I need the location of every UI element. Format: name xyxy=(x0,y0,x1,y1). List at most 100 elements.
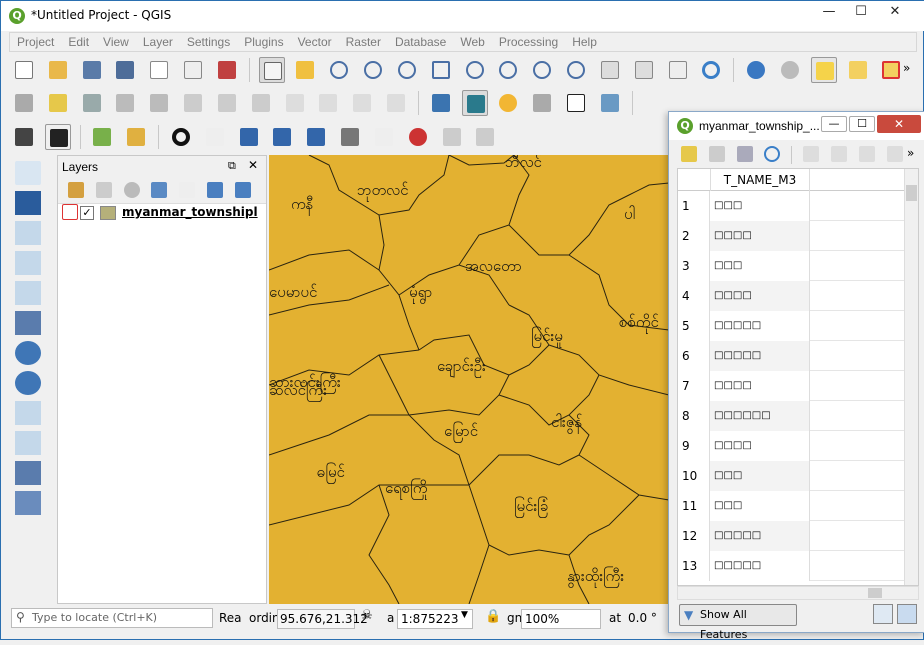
table-row[interactable]: 13 □□□□□ xyxy=(678,551,918,581)
add-spatialite-icon[interactable] xyxy=(15,281,41,305)
maximize-button[interactable]: ☐ xyxy=(849,116,875,132)
redo-icon[interactable] xyxy=(383,90,409,116)
layer-visibility-checkbox[interactable]: ✓ xyxy=(80,206,94,220)
select-tool-icon[interactable] xyxy=(44,124,71,150)
menu-database[interactable]: Database xyxy=(388,33,453,51)
toggle-editing-icon[interactable] xyxy=(679,144,699,164)
save-edits-icon[interactable] xyxy=(79,90,105,116)
table-row[interactable]: 3 □□□ xyxy=(678,251,918,281)
table-row[interactable]: 6 □□□□□ xyxy=(678,341,918,371)
coordinate-field[interactable]: 95.676,21.312 xyxy=(277,609,368,629)
vertical-scrollbar[interactable] xyxy=(904,169,918,585)
row-number[interactable]: 11 xyxy=(678,491,710,521)
horizontal-scrollbar[interactable] xyxy=(677,586,919,600)
new-print-layout-icon[interactable] xyxy=(146,57,172,83)
table-row[interactable]: 9 □□□□ xyxy=(678,431,918,461)
close-panel-icon[interactable]: ✕ xyxy=(248,158,258,172)
add-feature-icon[interactable] xyxy=(112,90,138,116)
row-number[interactable]: 9 xyxy=(678,431,710,461)
table-row[interactable]: 1 □□□ xyxy=(678,191,918,221)
expand-all-icon[interactable] xyxy=(205,180,225,200)
remove-layer-icon[interactable] xyxy=(60,202,80,222)
zoom-next-icon[interactable] xyxy=(563,57,589,83)
modify-attributes-icon[interactable] xyxy=(180,90,206,116)
capture-icon[interactable] xyxy=(11,124,37,150)
menu-plugins[interactable]: Plugins xyxy=(237,33,290,51)
row-number[interactable]: 6 xyxy=(678,341,710,371)
table-row[interactable]: 2 □□□□ xyxy=(678,221,918,251)
row-number[interactable]: 4 xyxy=(678,281,710,311)
cell-t-name-m3[interactable]: □□□ xyxy=(710,191,810,221)
toolbar-overflow-icon[interactable]: » xyxy=(907,146,914,160)
menu-processing[interactable]: Processing xyxy=(492,33,565,51)
zoom-out-icon[interactable] xyxy=(360,57,386,83)
current-edits-icon[interactable] xyxy=(11,90,37,116)
add-raster-icon[interactable] xyxy=(15,191,41,215)
cell-t-name-m3[interactable]: □□□□□ xyxy=(710,521,810,551)
row-number[interactable]: 12 xyxy=(678,521,710,551)
show-all-features-button[interactable]: ▼ Show All Features xyxy=(679,604,797,641)
new-bookmark-icon[interactable] xyxy=(631,57,657,83)
zigzag-icon[interactable] xyxy=(303,124,329,150)
toolbar-overflow-icon[interactable]: » xyxy=(903,61,910,75)
close-button[interactable]: ✕ xyxy=(877,115,921,133)
coordinate-extent-icon[interactable]: ☠ xyxy=(361,608,373,623)
processing-toolbox-icon[interactable] xyxy=(495,90,521,116)
table-row[interactable]: 11 □□□ xyxy=(678,491,918,521)
delete-feature-icon[interactable] xyxy=(829,144,849,164)
add-wfs-icon[interactable] xyxy=(15,371,41,395)
line-icon[interactable] xyxy=(269,124,295,150)
georeferencer-icon[interactable] xyxy=(461,90,488,116)
close-button[interactable]: ✕ xyxy=(881,3,909,21)
print-icon[interactable] xyxy=(529,90,555,116)
menu-project[interactable]: Project xyxy=(10,33,61,51)
float-panel-icon[interactable]: ⧉ xyxy=(228,159,236,173)
menu-vector[interactable]: Vector xyxy=(291,33,339,51)
label-123-icon[interactable] xyxy=(371,124,397,150)
zoom-last-icon[interactable] xyxy=(529,57,555,83)
minimize-button[interactable]: — xyxy=(821,116,847,132)
save-project-icon[interactable] xyxy=(79,57,105,83)
vertex-tool-icon[interactable] xyxy=(146,90,172,116)
menu-layer[interactable]: Layer xyxy=(136,33,180,51)
pan-to-selection-icon[interactable] xyxy=(292,57,318,83)
cut-features-icon[interactable] xyxy=(248,90,274,116)
add-group-icon[interactable] xyxy=(94,180,114,200)
cell-t-name-m3[interactable]: □□□ xyxy=(710,491,810,521)
add-vector-icon[interactable] xyxy=(15,431,41,455)
table-row[interactable]: 10 □□□ xyxy=(678,461,918,491)
paste-features-icon[interactable] xyxy=(315,90,341,116)
table-row[interactable]: 8 □□□□□□ xyxy=(678,401,918,431)
minimize-button[interactable]: — xyxy=(815,3,843,21)
table-row[interactable]: 4 □□□□ xyxy=(678,281,918,311)
new-shapefile-icon[interactable] xyxy=(15,161,41,185)
new-project-icon[interactable] xyxy=(11,57,37,83)
rotation-spinbox[interactable]: 0.0 ° xyxy=(625,609,671,629)
add-delimited-icon[interactable] xyxy=(15,221,41,245)
add-layer-group-icon[interactable] xyxy=(15,491,41,515)
select-by-value-icon[interactable] xyxy=(845,57,871,83)
topology-icon[interactable] xyxy=(472,124,498,150)
scrollbar-thumb[interactable] xyxy=(906,185,917,201)
zoom-native-icon[interactable] xyxy=(394,57,420,83)
reload-icon[interactable] xyxy=(762,144,782,164)
scrollbar-thumb[interactable] xyxy=(868,588,882,598)
map-tips-icon[interactable] xyxy=(89,124,115,150)
show-bookmarks-icon[interactable] xyxy=(665,57,691,83)
zoom-selection-icon[interactable] xyxy=(462,57,488,83)
menu-settings[interactable]: Settings xyxy=(180,33,237,51)
menu-web[interactable]: Web xyxy=(453,33,491,51)
row-number[interactable]: 8 xyxy=(678,401,710,431)
select-features-icon[interactable] xyxy=(810,57,837,83)
row-number[interactable]: 13 xyxy=(678,551,710,581)
add-feature-icon[interactable] xyxy=(801,144,821,164)
delete-selected-icon[interactable] xyxy=(214,90,240,116)
cell-t-name-m3[interactable]: □□□□ xyxy=(710,281,810,311)
add-wms-icon[interactable] xyxy=(15,341,41,365)
layout-manager-icon[interactable] xyxy=(180,57,206,83)
menu-edit[interactable]: Edit xyxy=(61,33,96,51)
ruler-icon[interactable] xyxy=(337,124,363,150)
row-number[interactable]: 2 xyxy=(678,221,710,251)
menu-raster[interactable]: Raster xyxy=(339,33,388,51)
cell-t-name-m3[interactable]: □□□ xyxy=(710,461,810,491)
